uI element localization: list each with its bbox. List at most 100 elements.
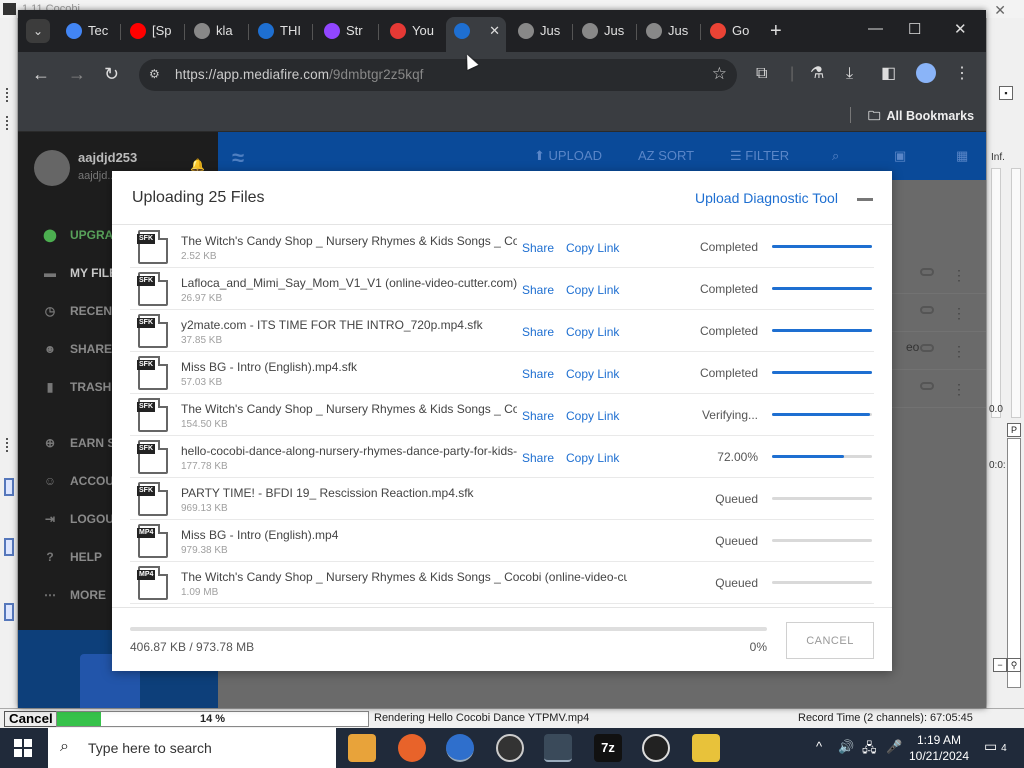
link-icon[interactable] xyxy=(920,306,934,314)
copy-link[interactable]: Copy Link xyxy=(566,241,619,255)
back-arrow-icon[interactable]: ← xyxy=(32,63,50,85)
tab-5[interactable]: Str xyxy=(316,17,374,45)
extensions-icon[interactable]: ⧉ xyxy=(756,63,767,85)
upload-diagnostic-link[interactable]: Upload Diagnostic Tool xyxy=(695,190,838,206)
sidebar-item-accou[interactable]: ☺ ACCOU xyxy=(40,474,114,490)
tab-9[interactable]: Jus xyxy=(574,17,632,45)
copy-link[interactable]: Copy Link xyxy=(566,283,619,297)
all-bookmarks-button[interactable]: 🗀 All Bookmarks xyxy=(868,107,974,128)
reload-icon[interactable]: ↻ xyxy=(104,63,119,85)
new-folder-icon[interactable]: ▣ xyxy=(894,148,906,164)
search-icon[interactable]: ⌕ xyxy=(832,148,839,164)
file-explorer-icon[interactable] xyxy=(348,734,376,762)
user-avatar[interactable] xyxy=(34,150,70,186)
copy-link[interactable]: Copy Link xyxy=(566,409,619,423)
menu-kebab-icon[interactable]: ⋮ xyxy=(954,63,970,85)
track-marker-icon[interactable] xyxy=(4,603,14,621)
tab-8[interactable]: Jus xyxy=(510,17,568,45)
obs-icon[interactable] xyxy=(496,734,524,762)
sidebar-item-my-file[interactable]: ▬ MY FILE xyxy=(40,266,117,282)
copy-link[interactable]: Copy Link xyxy=(566,325,619,339)
copy-link[interactable]: Copy Link xyxy=(566,451,619,465)
labs-flask-icon[interactable]: ⚗ xyxy=(810,63,824,85)
tab-3[interactable]: kla xyxy=(186,17,244,45)
side-panel-icon[interactable]: ◧ xyxy=(881,63,896,85)
taskbar-clock[interactable]: 1:19 AM 10/21/2024 xyxy=(900,732,978,764)
sidebar-item-trash[interactable]: ▮ TRASH xyxy=(40,380,112,396)
more-options-icon[interactable]: ⋮ xyxy=(952,267,966,284)
volume-icon[interactable]: 🔊 xyxy=(838,739,854,755)
site-info-icon[interactable]: ⚙ xyxy=(149,67,160,81)
notification-bell-icon[interactable]: 🔔 xyxy=(190,158,205,172)
media-player-icon[interactable] xyxy=(642,734,670,762)
bookmark-star-icon[interactable]: ☆ xyxy=(712,64,727,84)
sidebar-item-earn-s[interactable]: ⊕ EARN S xyxy=(40,436,115,452)
tab-2[interactable]: [Sp xyxy=(122,17,180,45)
panel-scrollbar[interactable] xyxy=(1007,438,1021,688)
share-link[interactable]: Share xyxy=(522,367,554,381)
grid-view-icon[interactable]: ▦ xyxy=(956,148,968,164)
mediafire-logo-icon[interactable]: ≈ xyxy=(232,145,278,170)
tab-4[interactable]: THI xyxy=(250,17,308,45)
sort-button[interactable]: AZ SORT xyxy=(638,148,694,163)
track-marker-icon[interactable] xyxy=(4,478,14,496)
sidebar-item-more[interactable]: ⋯ MORE xyxy=(40,588,106,604)
firefox-icon[interactable] xyxy=(398,734,426,762)
chrome-icon[interactable] xyxy=(446,734,474,762)
tab-1[interactable]: Tec xyxy=(58,17,116,45)
recorder-left-toolbar xyxy=(0,18,18,708)
share-link[interactable]: Share xyxy=(522,241,554,255)
upload-file-list[interactable]: SFK The Witch's Candy Shop _ Nursery Rhym… xyxy=(112,226,892,606)
url-text[interactable]: https://app.mediafire.com/9dmbtgr2z5kqf xyxy=(175,67,424,82)
minimize-dialog-icon[interactable] xyxy=(857,198,873,201)
panel-button[interactable]: ▪ xyxy=(999,86,1013,100)
tab-10[interactable]: Jus xyxy=(638,17,696,45)
more-options-icon[interactable]: ⋮ xyxy=(952,305,966,322)
network-icon[interactable]: 🖧 xyxy=(862,739,877,761)
downloads-icon[interactable]: ⤓ xyxy=(846,63,853,85)
sidebar-item-logou[interactable]: ⇥ LOGOU xyxy=(40,512,114,528)
minimize-icon[interactable]: — xyxy=(868,20,883,37)
cancel-upload-button[interactable]: CANCEL xyxy=(786,622,874,659)
share-link[interactable]: Share xyxy=(522,283,554,297)
folder-app-icon[interactable] xyxy=(692,734,720,762)
link-icon[interactable] xyxy=(920,382,934,390)
tab-6[interactable]: You xyxy=(382,17,440,45)
link-icon[interactable] xyxy=(920,268,934,276)
address-bar[interactable]: ⚙ https://app.mediafire.com/9dmbtgr2z5kq… xyxy=(139,59,737,91)
maximize-icon[interactable]: ☐ xyxy=(908,20,921,38)
panel-p-button[interactable]: P xyxy=(1007,423,1021,437)
zoom-out-icon[interactable]: − xyxy=(993,658,1007,672)
more-options-icon[interactable]: ⋮ xyxy=(952,381,966,398)
render-cancel-button[interactable]: Cancel xyxy=(4,711,58,727)
sidebar-item-recen[interactable]: ◷ RECEN xyxy=(40,304,112,320)
recorder-close-icon[interactable]: ✕ xyxy=(994,1,1006,19)
forward-arrow-icon[interactable]: → xyxy=(68,63,86,85)
share-link[interactable]: Share xyxy=(522,451,554,465)
tab-search-chevron-icon[interactable]: ⌄ xyxy=(26,19,50,43)
close-tab-icon[interactable]: ✕ xyxy=(489,17,500,45)
7zip-icon[interactable]: 7z xyxy=(594,734,622,762)
new-tab-icon[interactable]: + xyxy=(770,19,782,43)
windows-start-icon[interactable] xyxy=(14,739,32,757)
share-link[interactable]: Share xyxy=(522,409,554,423)
sidebar-item-help[interactable]: ? HELP xyxy=(40,550,102,566)
share-link[interactable]: Share xyxy=(522,325,554,339)
notification-center-icon[interactable]: ▭ 4 xyxy=(984,738,1007,755)
sidebar-item-share[interactable]: ☻ SHARE xyxy=(40,342,112,358)
video-editor-icon[interactable] xyxy=(544,734,572,762)
filter-button[interactable]: ☰ FILTER xyxy=(730,148,789,164)
tab-11[interactable]: Go xyxy=(702,17,760,45)
zoom-icon[interactable]: ⚲ xyxy=(1007,658,1021,672)
upload-button[interactable]: ⬆ UPLOAD xyxy=(534,148,602,164)
more-options-icon[interactable]: ⋮ xyxy=(952,343,966,360)
sidebar-item-upgra[interactable]: ⬤ UPGRA xyxy=(40,228,113,244)
taskbar-search-box[interactable]: ⌕ Type here to search xyxy=(48,728,336,768)
track-marker-icon[interactable] xyxy=(4,538,14,556)
close-window-icon[interactable]: ✕ xyxy=(954,20,967,38)
tray-chevron-icon[interactable]: ^ xyxy=(816,739,822,754)
copy-link[interactable]: Copy Link xyxy=(566,367,619,381)
profile-avatar-icon[interactable] xyxy=(916,63,936,83)
link-icon[interactable] xyxy=(920,344,934,352)
tab-7[interactable]: ✕ xyxy=(446,17,506,52)
